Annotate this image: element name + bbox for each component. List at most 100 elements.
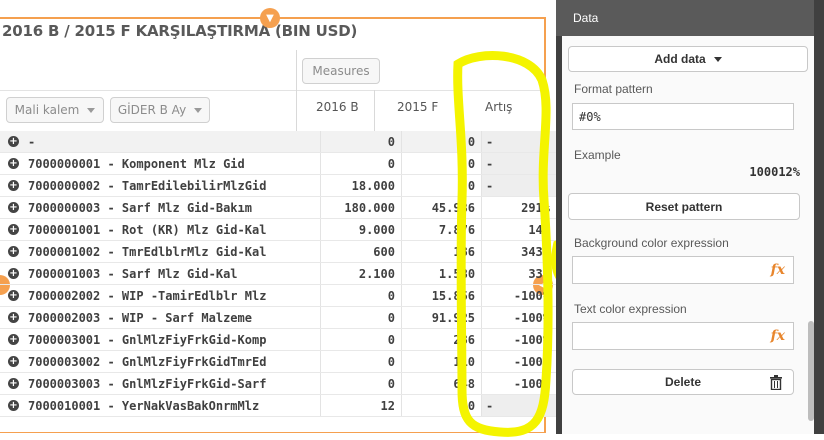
expand-plus-icon[interactable]: + xyxy=(8,268,19,279)
cell-2015f: 0 xyxy=(400,394,482,417)
cell-artis: -100% xyxy=(481,350,556,373)
cell-2016b: 9.000 xyxy=(320,218,402,241)
expand-plus-icon[interactable]: + xyxy=(8,356,19,367)
column-header-2015f[interactable]: 2015 F xyxy=(397,100,438,114)
table-row[interactable]: +7000003002 - GnlMlzFiyFrkGidTmrEd 0 110 -1… xyxy=(0,350,556,373)
table-row[interactable]: +7000001001 - Rot (KR) Mlz Gid-Kal 9.000 7… xyxy=(0,218,556,241)
format-pattern-label: Format pattern xyxy=(574,82,653,96)
reset-pattern-button[interactable]: Reset pattern xyxy=(568,193,800,220)
cell-2016b: 18.000 xyxy=(320,174,402,197)
background-color-expression-label: Background color expression xyxy=(574,236,729,250)
cell-artis: -100% xyxy=(481,306,556,329)
table-row[interactable]: +7000001003 - Sarf Mlz Gid-Kal 2.100 1.580… xyxy=(0,262,556,285)
cell-2015f: 236 xyxy=(400,328,482,351)
chevron-down-icon[interactable]: ▼ xyxy=(260,8,280,28)
column-header-artis[interactable]: Artış xyxy=(485,100,512,114)
cell-artis: - xyxy=(481,174,556,197)
example-value: 100012% xyxy=(749,165,800,179)
panel-body: Add data Format pattern #0% Example 1000… xyxy=(562,36,818,434)
panel-header: Data xyxy=(556,0,824,36)
cell-2016b: 0 xyxy=(320,152,402,175)
cell-2015f: 1.580 xyxy=(400,262,482,285)
expand-plus-icon[interactable]: + xyxy=(8,334,19,345)
cell-artis: -100% xyxy=(481,284,556,307)
measures-button[interactable]: Measures xyxy=(302,58,380,84)
cell-2015f: 0 xyxy=(400,174,482,197)
fx-icon[interactable]: fx xyxy=(771,262,785,278)
cell-artis: - xyxy=(481,394,556,417)
row-label: +7000003001 - GnlMlzFiyFrkGid-Komp xyxy=(0,328,321,351)
row-label: +7000000001 - Komponent Mlz Gid xyxy=(0,152,321,175)
expand-plus-icon[interactable]: + xyxy=(8,246,19,257)
cell-artis: 33% xyxy=(481,262,556,285)
cell-artis: - xyxy=(481,131,556,153)
add-data-button[interactable]: Add data xyxy=(568,46,808,72)
cell-2016b: 0 xyxy=(320,306,402,329)
trash-icon xyxy=(770,375,782,390)
column-header-2016b[interactable]: 2016 B xyxy=(316,100,359,114)
delete-button[interactable]: Delete xyxy=(572,369,794,395)
cell-artis: -100% xyxy=(481,372,556,395)
cell-2016b: 2.100 xyxy=(320,262,402,285)
cell-2016b: 0 xyxy=(320,284,402,307)
expand-plus-icon[interactable]: + xyxy=(8,136,19,147)
cell-2015f: 7.876 xyxy=(400,218,482,241)
table-row[interactable]: +7000000001 - Komponent Mlz Gid 0 0- xyxy=(0,152,556,175)
fx-icon[interactable]: fx xyxy=(771,328,785,344)
cell-2015f: 15.856 xyxy=(400,284,482,307)
measures-label: Measures xyxy=(312,64,370,78)
table-row[interactable]: +7000002003 - WIP - Sarf Malzeme 0 91.925-… xyxy=(0,306,556,329)
delete-label: Delete xyxy=(664,375,702,389)
row-label: +7000001001 - Rot (KR) Mlz Gid-Kal xyxy=(0,218,321,241)
expand-plus-icon[interactable]: + xyxy=(8,158,19,169)
format-pattern-input[interactable]: #0% xyxy=(572,103,794,130)
right-edge-strip xyxy=(814,0,824,434)
cell-2016b: 600 xyxy=(320,240,402,263)
cell-2015f: 45.986 xyxy=(400,196,482,219)
pivot-table: + -0 0- +7000000001 - Komponent Mlz Gid 0 0- +… xyxy=(0,131,556,417)
expand-plus-icon[interactable]: + xyxy=(8,290,19,301)
cell-2015f: 136 xyxy=(400,240,482,263)
divider xyxy=(374,90,375,132)
format-pattern-value: #0% xyxy=(579,109,601,124)
table-row[interactable]: +7000003003 - GnlMlzFiyFrkGid-Sarf 0 648 -1… xyxy=(0,372,556,395)
add-data-label: Add data xyxy=(654,52,706,66)
example-label: Example xyxy=(574,148,621,162)
row-label: +7000000003 - Sarf Mlz Gid-Bakım xyxy=(0,196,321,219)
cell-2015f: 0 xyxy=(400,131,482,153)
cell-artis: 343% xyxy=(481,240,556,263)
expand-plus-icon[interactable]: + xyxy=(8,378,19,389)
table-row[interactable]: +7000000003 - Sarf Mlz Gid-Bakım 180.000 4… xyxy=(0,196,556,219)
pivot-table-area: 2016 B / 2015 F KARŞILAŞTIRMA (BIN USD) … xyxy=(0,0,556,434)
table-row[interactable]: + -0 0- xyxy=(0,131,556,153)
expand-plus-icon[interactable]: + xyxy=(8,224,19,235)
reset-pattern-label: Reset pattern xyxy=(645,199,723,214)
row-label: + - xyxy=(0,131,321,153)
text-color-expression-input[interactable]: fx xyxy=(572,322,794,350)
table-row[interactable]: +7000003001 - GnlMlzFiyFrkGid-Komp 0 236 -1… xyxy=(0,328,556,351)
row-label: +7000003002 - GnlMlzFiyFrkGidTmrEd xyxy=(0,350,321,373)
table-row[interactable]: +7000001002 - TmrEdlblrMlz Gid-Kal 600 136… xyxy=(0,240,556,263)
expand-plus-icon[interactable]: + xyxy=(8,400,19,411)
text-color-expression-label: Text color expression xyxy=(574,302,687,316)
background-color-expression-input[interactable]: fx xyxy=(572,256,794,284)
cell-2016b: 180.000 xyxy=(320,196,402,219)
cell-2016b: 0 xyxy=(320,131,402,153)
table-row[interactable]: +7000002002 - WIP -TamirEdlblr Mlz 0 15.85… xyxy=(0,284,556,307)
panel-title: Data xyxy=(573,11,599,25)
cell-2016b: 0 xyxy=(320,372,402,395)
cell-2015f: 648 xyxy=(400,372,482,395)
expand-plus-icon[interactable]: + xyxy=(8,180,19,191)
divider xyxy=(457,90,458,132)
row-label: +7000002002 - WIP -TamirEdlblr Mlz xyxy=(0,284,321,307)
table-row[interactable]: +7000000002 - TamrEdilebilirMlzGid 18.000… xyxy=(0,174,556,197)
table-row[interactable]: +7000010001 - YerNakVasBakOnrmMlz 12 0- xyxy=(0,394,556,417)
cell-artis: 291% xyxy=(481,196,556,219)
cell-2015f: 91.925 xyxy=(400,306,482,329)
expand-plus-icon[interactable]: + xyxy=(8,202,19,213)
row-label: +7000000002 - TamrEdilebilirMlzGid xyxy=(0,174,321,197)
expand-plus-icon[interactable]: + xyxy=(8,312,19,323)
cell-2016b: 0 xyxy=(320,328,402,351)
cell-2015f: 0 xyxy=(400,152,482,175)
properties-panel: Data Add data Format pattern #0% Example… xyxy=(556,0,824,434)
